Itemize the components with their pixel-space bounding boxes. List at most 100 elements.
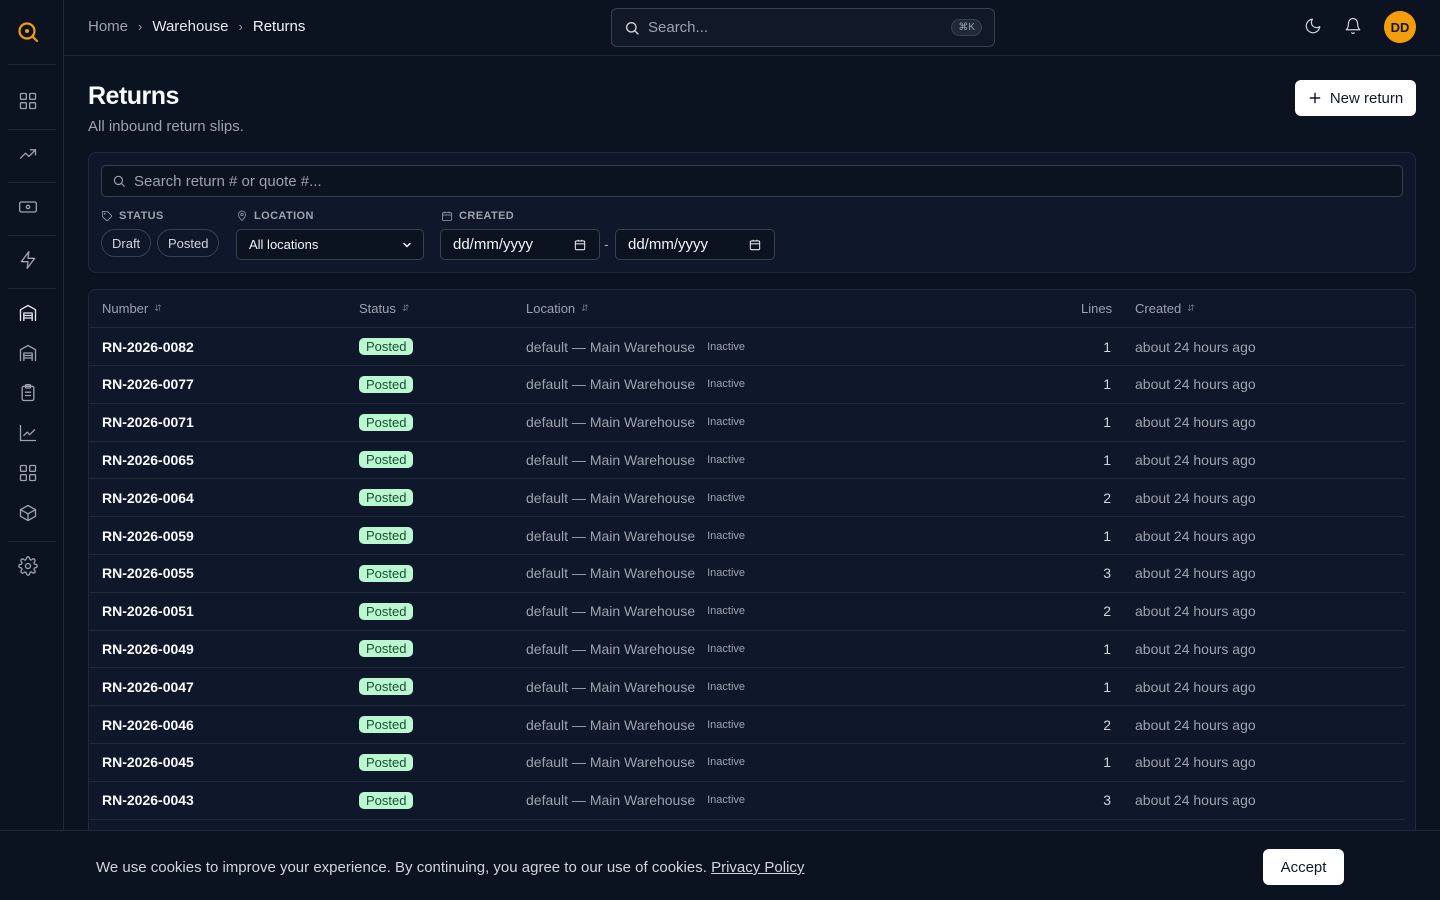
location-name: default — Main Warehouse xyxy=(526,792,696,809)
created-from-value: dd/mm/yyyy xyxy=(453,236,534,253)
new-return-button[interactable]: New return xyxy=(1295,80,1416,116)
status-cell: Posted xyxy=(359,593,414,630)
location-state: Inactive xyxy=(707,794,746,807)
lines-count: 2 xyxy=(1103,716,1111,733)
return-number[interactable]: RN-2026-0043 xyxy=(102,782,194,819)
created-time: about 24 hours ago xyxy=(1135,451,1256,468)
table-row[interactable]: RN-2026-0064 Posted default — Main Warehou… xyxy=(89,479,1405,518)
location-cell: default — Main Warehouse Inactive xyxy=(526,328,745,365)
returns-search-input[interactable]: Search return # or quote #... xyxy=(101,165,1403,197)
accept-cookies-button[interactable]: Accept xyxy=(1263,849,1344,885)
status-badge: Posted xyxy=(359,678,414,696)
table-row[interactable]: RN-2026-0049 Posted default — Main Warehou… xyxy=(89,630,1405,669)
status-cell: Posted xyxy=(359,782,414,819)
bell-icon xyxy=(1345,17,1361,34)
return-number[interactable]: RN-2026-0049 xyxy=(102,630,194,667)
sidebar-item-warehouse[interactable] xyxy=(18,303,38,323)
status-chip-draft[interactable]: Draft xyxy=(101,229,152,257)
location-state: Inactive xyxy=(707,491,746,504)
column-header-number[interactable]: Number ⇵ xyxy=(102,301,162,316)
created-time: about 24 hours ago xyxy=(1135,640,1256,657)
table-row[interactable]: RN-2026-0055 Posted default — Main Warehou… xyxy=(89,555,1405,593)
breadcrumb-home[interactable]: Home xyxy=(88,18,128,35)
return-number[interactable]: RN-2026-0077 xyxy=(102,366,194,403)
return-number[interactable]: RN-2026-0065 xyxy=(102,441,194,478)
return-number[interactable]: RN-2026-0071 xyxy=(102,404,194,441)
sidebar-item-finance[interactable] xyxy=(18,197,38,217)
top-actions: DD xyxy=(1304,11,1416,43)
table-row[interactable]: RN-2026-0059 Posted default — Main Warehou… xyxy=(89,517,1405,555)
return-number[interactable]: RN-2026-0082 xyxy=(102,328,194,365)
sidebar-item-settings[interactable] xyxy=(18,556,38,576)
app-logo-icon[interactable] xyxy=(16,20,40,44)
sidebar-item-reports[interactable] xyxy=(18,423,38,443)
global-search-input[interactable]: Search... ⌘K xyxy=(611,8,995,47)
table-row[interactable]: RN-2026-0077 Posted default — Main Warehou… xyxy=(89,366,1405,404)
status-badge: Posted xyxy=(359,753,414,771)
notifications-button[interactable] xyxy=(1344,17,1362,38)
theme-toggle-button[interactable] xyxy=(1304,17,1322,38)
status-badge: Posted xyxy=(359,716,414,733)
sidebar-item-catalog[interactable] xyxy=(18,463,38,483)
location-cell: default — Main Warehouse Inactive xyxy=(526,630,745,667)
status-chip-posted[interactable]: Posted xyxy=(157,229,220,257)
created-to-input[interactable]: dd/mm/yyyy xyxy=(615,229,775,260)
status-badge: Posted xyxy=(359,527,414,544)
status-badge: Posted xyxy=(359,338,414,355)
lines-count: 2 xyxy=(1103,603,1111,620)
search-icon xyxy=(113,175,125,187)
created-time: about 24 hours ago xyxy=(1135,754,1256,771)
warehouse-icon xyxy=(19,304,37,322)
sort-icon: ⇵ xyxy=(154,303,162,313)
sidebar-item-warehouse-2[interactable] xyxy=(18,343,38,363)
created-time: about 24 hours ago xyxy=(1135,527,1256,544)
return-number[interactable]: RN-2026-0051 xyxy=(102,593,194,630)
privacy-policy-link[interactable]: Privacy Policy xyxy=(711,859,804,876)
new-return-label: New return xyxy=(1329,89,1404,107)
created-from-input[interactable]: dd/mm/yyyy xyxy=(440,229,600,260)
location-state: Inactive xyxy=(707,453,746,466)
sidebar-divider xyxy=(8,64,56,65)
sidebar-item-trends[interactable] xyxy=(18,144,38,164)
return-number[interactable]: RN-2026-0045 xyxy=(102,744,194,781)
status-badge: Posted xyxy=(359,413,414,431)
sidebar xyxy=(0,0,64,900)
calendar-icon xyxy=(749,239,761,250)
return-number[interactable]: RN-2026-0055 xyxy=(102,555,194,592)
table-row[interactable]: RN-2026-0051 Posted default — Main Warehou… xyxy=(89,593,1405,631)
filter-panel: Search return # or quote #... STATUS Dra… xyxy=(88,152,1416,273)
table-row[interactable]: RN-2026-0082 Posted default — Main Warehou… xyxy=(89,328,1405,366)
sidebar-item-tasks[interactable] xyxy=(18,383,38,403)
money-icon xyxy=(19,201,37,213)
return-number[interactable]: RN-2026-0047 xyxy=(102,668,194,705)
return-number[interactable]: RN-2026-0046 xyxy=(102,706,194,743)
return-number[interactable]: RN-2026-0064 xyxy=(102,479,194,516)
avatar[interactable]: DD xyxy=(1384,11,1416,43)
location-cell: default — Main Warehouse Inactive xyxy=(526,366,745,403)
status-badge: Posted xyxy=(359,640,414,658)
column-header-status[interactable]: Status ⇵ xyxy=(359,301,409,316)
breadcrumb-warehouse[interactable]: Warehouse xyxy=(152,18,228,35)
table-row[interactable]: RN-2026-0043 Posted default — Main Warehou… xyxy=(89,782,1405,820)
lines-count: 1 xyxy=(1103,527,1111,544)
sidebar-item-products[interactable] xyxy=(18,503,38,523)
search-icon xyxy=(626,21,639,35)
status-cell: Posted xyxy=(359,668,414,705)
chevron-down-icon xyxy=(403,242,411,248)
location-cell: default — Main Warehouse Inactive xyxy=(526,441,745,478)
table-row[interactable]: RN-2026-0045 Posted default — Main Warehou… xyxy=(89,744,1405,782)
location-cell: default — Main Warehouse Inactive xyxy=(526,404,745,441)
table-row[interactable]: RN-2026-0047 Posted default — Main Warehou… xyxy=(89,668,1405,707)
table-row[interactable]: RN-2026-0071 Posted default — Main Warehou… xyxy=(89,404,1405,442)
table-row[interactable]: RN-2026-0046 Posted default — Main Warehou… xyxy=(89,706,1405,744)
table-row[interactable]: RN-2026-0065 Posted default — Main Warehou… xyxy=(89,441,1405,480)
sidebar-item-automation[interactable] xyxy=(18,250,38,270)
column-header-location[interactable]: Location ⇵ xyxy=(526,301,589,316)
sidebar-item-dashboard[interactable] xyxy=(18,91,38,111)
location-cell: default — Main Warehouse Inactive xyxy=(526,744,745,781)
calendar-icon xyxy=(442,211,452,221)
column-header-created[interactable]: Created ⇵ xyxy=(1135,301,1195,316)
location-select[interactable]: All locations xyxy=(236,229,424,260)
return-number[interactable]: RN-2026-0059 xyxy=(102,517,194,554)
location-name: default — Main Warehouse xyxy=(526,754,696,771)
